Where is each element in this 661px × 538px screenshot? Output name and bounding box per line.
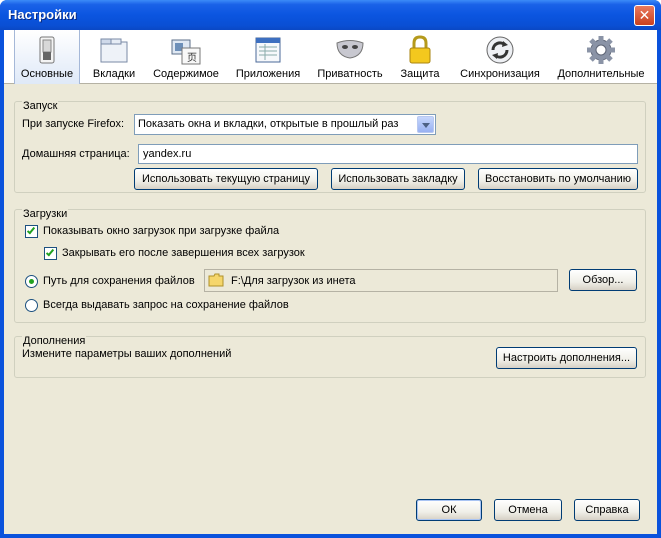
manage-addons-button[interactable]: Настроить дополнения...	[496, 347, 637, 369]
always-ask-label[interactable]: Всегда выдавать запрос на сохранение фай…	[43, 299, 289, 311]
startup-when-label: При запуске Firefox:	[22, 118, 125, 130]
checkmark-icon	[45, 247, 55, 257]
group-title: Запуск	[22, 100, 59, 112]
pane-applications[interactable]: Приложения	[232, 30, 304, 84]
show-downloads-checkbox[interactable]	[25, 225, 38, 238]
download-path-field: F:\Для загрузок из инета	[204, 269, 558, 292]
pane-main[interactable]: Основные	[14, 30, 80, 84]
radio-dot-icon	[29, 279, 34, 284]
folder-icon	[208, 273, 224, 287]
pane-label: Дополнительные	[557, 68, 645, 80]
save-to-label[interactable]: Путь для сохранения файлов	[43, 275, 195, 287]
use-current-page-button[interactable]: Использовать текущую страницу	[134, 168, 318, 190]
pane-sync[interactable]: Синхронизация	[456, 30, 544, 84]
sync-icon	[486, 36, 514, 64]
browse-button[interactable]: Обзор...	[569, 269, 637, 291]
addons-group: Дополнения Измените параметры ваших допо…	[14, 335, 646, 378]
pane-advanced[interactable]: Дополнительные	[554, 30, 648, 84]
switch-icon	[39, 36, 55, 64]
chevron-down-icon[interactable]	[417, 116, 434, 133]
close-when-done-label[interactable]: Закрывать его после завершения всех загр…	[62, 247, 305, 259]
svg-text:页: 页	[187, 52, 197, 64]
cancel-button[interactable]: Отмена	[494, 499, 562, 521]
use-bookmark-button[interactable]: Использовать закладку	[331, 168, 465, 190]
pane-content[interactable]: 页 Содержимое	[148, 30, 224, 84]
folder-tabs-icon	[100, 38, 128, 63]
pane-label: Вкладки	[92, 68, 136, 80]
show-downloads-label[interactable]: Показывать окно загрузок при загрузке фа…	[43, 225, 279, 237]
lock-icon	[409, 35, 431, 64]
pane-privacy[interactable]: Приватность	[312, 30, 388, 84]
gear-icon	[587, 36, 615, 64]
checkmark-icon	[26, 225, 36, 235]
group-title: Дополнения	[22, 335, 87, 347]
window-title: Настройки	[8, 7, 77, 22]
help-button[interactable]: Справка	[574, 499, 640, 521]
addons-description: Измените параметры ваших дополнений	[22, 348, 232, 360]
always-ask-radio[interactable]	[25, 299, 38, 312]
home-page-label: Домашняя страница:	[22, 148, 130, 160]
pane-label: Приватность	[317, 68, 383, 80]
pane-security[interactable]: Защита	[394, 30, 446, 84]
applications-icon	[255, 37, 281, 63]
restore-default-button[interactable]: Восстановить по умолчанию	[478, 168, 638, 190]
pane-toolbar: Основные Вкладки 页 Содержимое Приложения…	[4, 30, 657, 84]
downloads-group: Загрузки Показывать окно загрузок при за…	[14, 208, 646, 323]
pane-label: Защита	[400, 68, 440, 80]
input-value: yandex.ru	[143, 148, 192, 160]
mask-icon	[336, 40, 364, 59]
group-title: Загрузки	[22, 208, 69, 220]
preferences-window: Настройки ✕ Основные Вкладки 页 Содержимо…	[0, 0, 661, 538]
ok-button[interactable]: ОК	[416, 499, 482, 521]
content-icon: 页	[171, 39, 201, 65]
startup-group: Запуск При запуске Firefox: Показать окн…	[14, 100, 646, 193]
close-icon: ✕	[638, 7, 651, 23]
title-bar[interactable]: Настройки ✕	[0, 0, 661, 30]
select-value: Показать окна и вкладки, открытые в прош…	[138, 118, 399, 130]
close-when-done-checkbox[interactable]	[44, 247, 57, 260]
pane-label: Синхронизация	[460, 68, 540, 80]
download-path-value: F:\Для загрузок из инета	[231, 275, 356, 287]
startup-when-select[interactable]: Показать окна и вкладки, открытые в прош…	[134, 114, 436, 135]
pane-tabs[interactable]: Вкладки	[82, 30, 146, 84]
close-button[interactable]: ✕	[634, 5, 655, 26]
pane-label: Содержимое	[153, 68, 219, 80]
pane-label: Приложения	[235, 68, 301, 80]
dialog-client-area: Основные Вкладки 页 Содержимое Приложения…	[4, 30, 657, 534]
save-to-radio[interactable]	[25, 275, 38, 288]
home-page-input[interactable]: yandex.ru	[138, 144, 638, 164]
pane-label: Основные	[20, 68, 74, 80]
